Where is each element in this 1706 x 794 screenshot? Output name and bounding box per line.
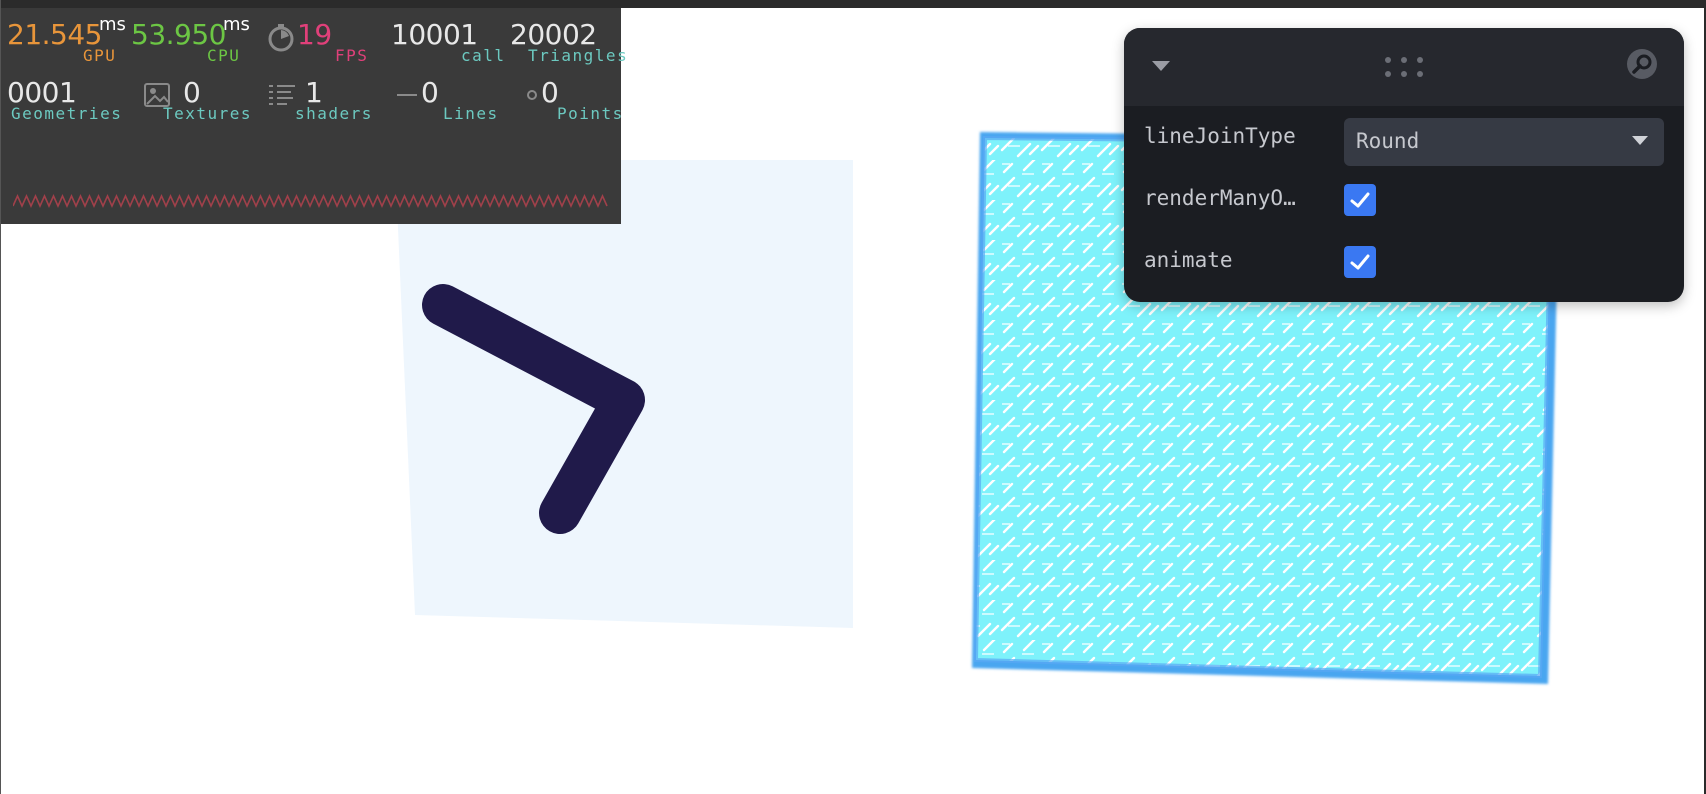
lines-value: 0 xyxy=(421,76,439,109)
cpu-unit: ms xyxy=(223,14,250,35)
collapse-icon[interactable] xyxy=(1152,61,1170,71)
gpu-unit: ms xyxy=(99,14,126,35)
triangles-label: Triangles xyxy=(528,46,629,65)
animate-label: animate xyxy=(1144,248,1233,272)
fps-label: FPS xyxy=(335,46,369,65)
point-icon xyxy=(527,90,537,100)
render-many-label: renderManyO… xyxy=(1144,186,1296,210)
stats-panel: 21.545 ms GPU 53.950 ms CPU 19 FPS 10001… xyxy=(1,8,627,224)
checkmark-icon xyxy=(1350,192,1370,208)
row-render-many: renderManyO… xyxy=(1124,168,1684,230)
geometries-label: Geometries xyxy=(11,104,123,123)
fps-value: 19 xyxy=(297,18,332,51)
shaders-label: shaders xyxy=(295,104,373,123)
gpu-label: GPU xyxy=(83,46,117,65)
points-label: Points xyxy=(557,104,624,123)
search-icon[interactable] xyxy=(1626,48,1658,80)
lines-label: Lines xyxy=(443,104,499,123)
animate-checkbox[interactable] xyxy=(1344,246,1376,278)
row-animate: animate xyxy=(1124,230,1684,292)
row-line-join-type: lineJoinType Round xyxy=(1124,106,1684,168)
panel-header[interactable] xyxy=(1124,28,1684,106)
calls-label: call xyxy=(461,46,506,65)
render-many-checkbox[interactable] xyxy=(1344,184,1376,216)
line-join-type-select[interactable]: Round xyxy=(1344,118,1664,166)
cpu-label: CPU xyxy=(207,46,241,65)
textures-label: Textures xyxy=(163,104,253,123)
checkmark-icon xyxy=(1350,254,1370,270)
chevron-down-icon xyxy=(1632,136,1648,145)
top-bar xyxy=(0,0,1706,8)
list-icon xyxy=(269,85,295,105)
line-icon xyxy=(397,94,417,96)
line-join-type-value: Round xyxy=(1356,129,1420,153)
drag-handle-icon[interactable] xyxy=(1382,54,1426,80)
controls-panel: lineJoinType Round renderManyO… animate xyxy=(1124,28,1684,302)
frame-time-graph xyxy=(13,194,608,208)
timer-icon xyxy=(268,24,294,52)
line-join-type-label: lineJoinType xyxy=(1144,124,1296,148)
points-value: 0 xyxy=(541,76,559,109)
